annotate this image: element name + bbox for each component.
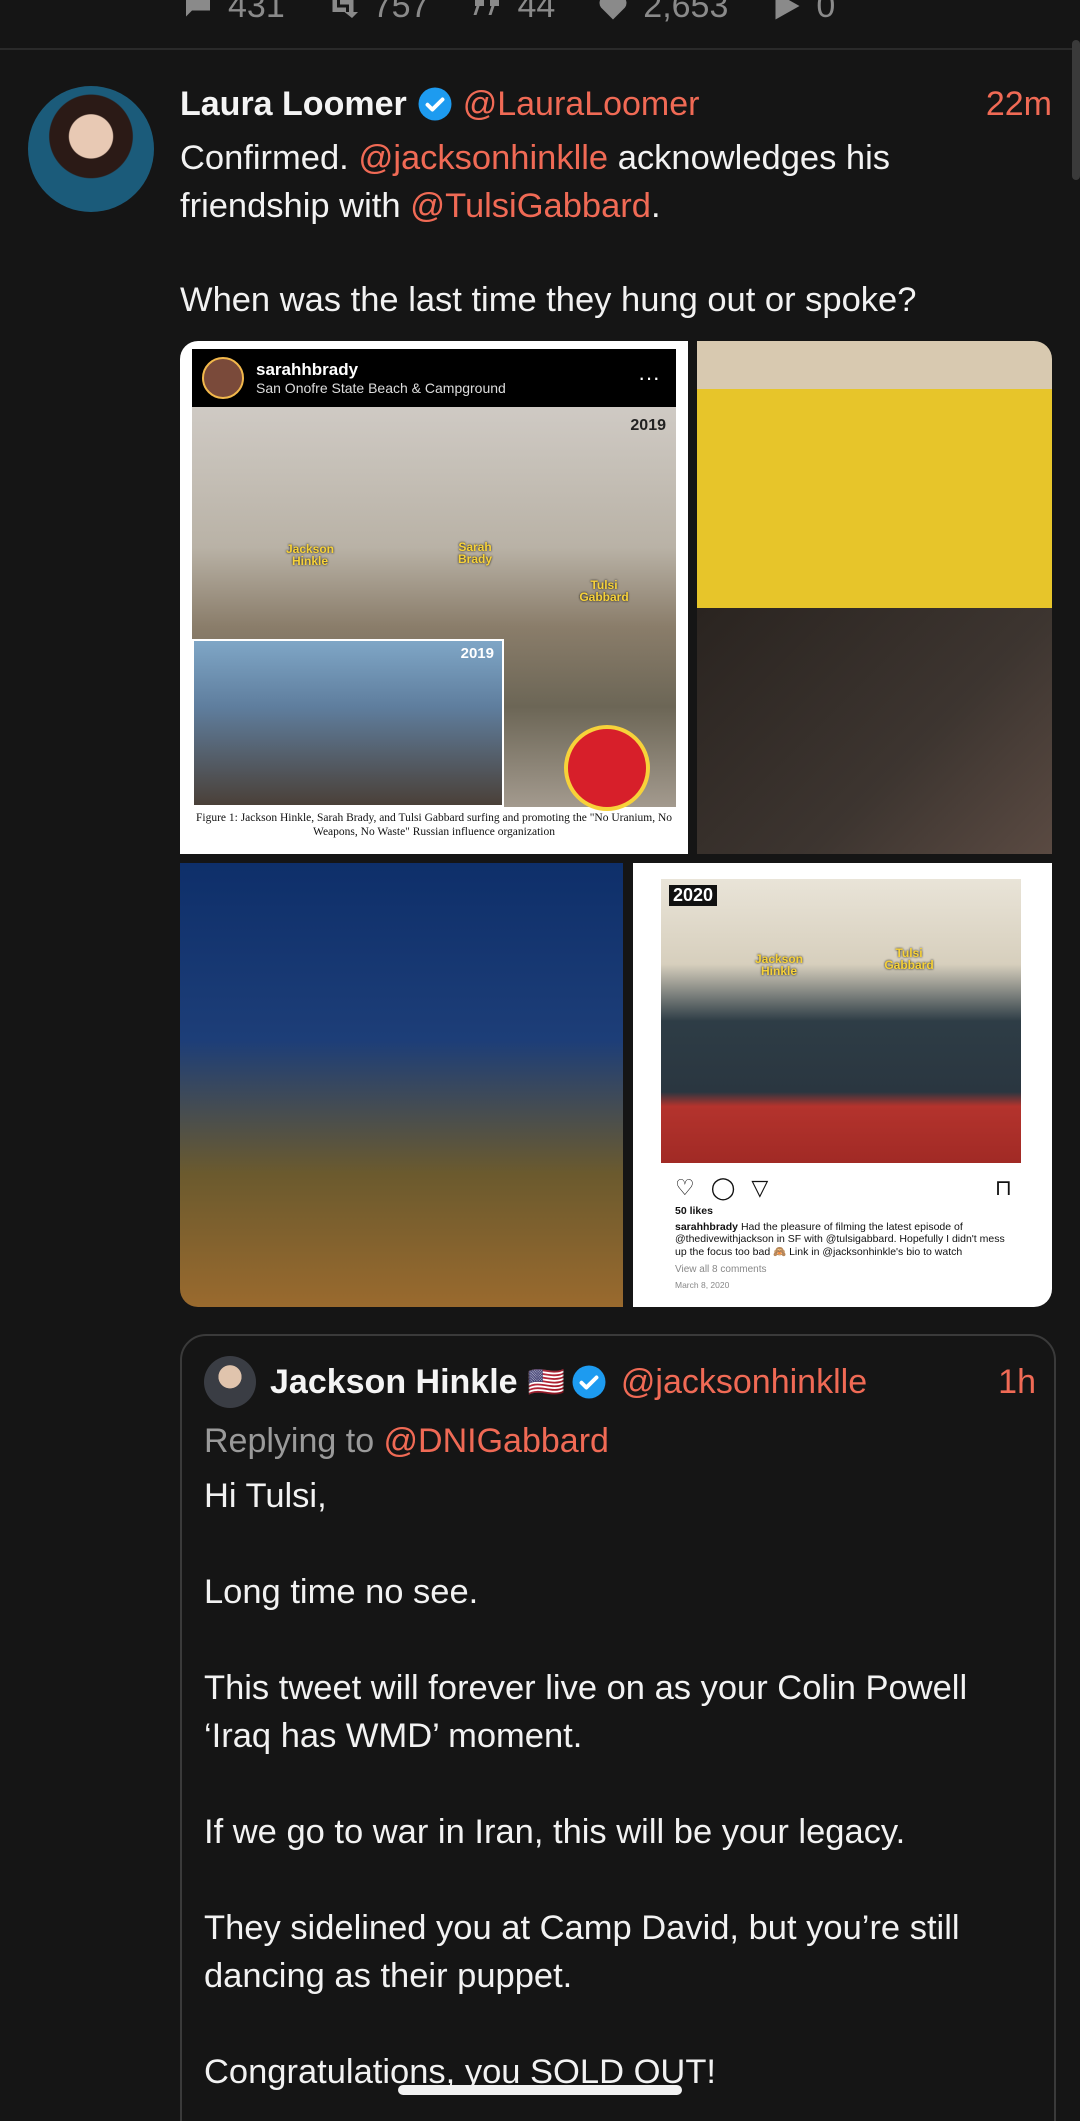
- person-label-jackson: Jackson Hinkle: [754, 952, 804, 978]
- media-image-booth[interactable]: [697, 341, 1052, 608]
- person-label-tulsi: Tulsi Gabbard: [579, 578, 629, 604]
- instagram-location: San Onofre State Beach & Campground: [256, 380, 506, 396]
- repost-count: 757: [372, 0, 430, 25]
- replying-to: Replying to @DNIGabbard: [204, 1422, 609, 1461]
- caption-username: sarahhbrady: [675, 1220, 739, 1233]
- year-label: 2020: [669, 885, 718, 906]
- scrollbar-thumb[interactable]: [1072, 40, 1080, 180]
- tweet-header: Laura Loomer @LauraLoomer 22m: [180, 80, 1052, 128]
- quoted-author-name[interactable]: Jackson Hinkle: [270, 1363, 518, 1402]
- instagram-caption-block: 50 likes sarahhbrady Had the pleasure of…: [675, 1205, 1015, 1291]
- tweet-question: When was the last time they hung out or …: [180, 281, 917, 319]
- quoted-timestamp[interactable]: 1h: [998, 1363, 1036, 1402]
- tweet-timestamp[interactable]: 22m: [986, 85, 1052, 124]
- like-count: 2,653: [643, 0, 729, 25]
- instagram-header: sarahhbrady San Onofre State Beach & Cam…: [192, 349, 676, 407]
- instagram-username: sarahhbrady: [256, 360, 359, 379]
- tweet-text-part: .: [650, 187, 661, 225]
- repost-stat[interactable]: 757: [325, 0, 430, 26]
- engagement-stats-bar: 431 757 44 2,653 0: [180, 0, 835, 26]
- instagram-avatar: [202, 357, 244, 399]
- quoted-author-avatar[interactable]: [204, 1356, 256, 1408]
- quote-icon: [473, 0, 500, 15]
- reply-icon: [186, 0, 210, 17]
- heart-icon: ♡: [675, 1175, 695, 1200]
- surfing-photo: 2019 Jackson Hinkle Sarah Brady Tulsi Ga…: [192, 407, 676, 811]
- verified-badge-icon: [418, 87, 452, 121]
- media-image-car[interactable]: [697, 608, 1052, 854]
- reply-stat[interactable]: 431: [180, 0, 285, 26]
- home-indicator[interactable]: [398, 2085, 682, 2095]
- play-icon: [775, 0, 800, 20]
- like-stat[interactable]: 2,653: [595, 0, 728, 26]
- instagram-actions: ♡ ◯ ▽: [675, 1175, 768, 1201]
- quote-count: 44: [517, 0, 556, 25]
- repost-icon: [327, 0, 358, 18]
- tweet-text: Confirmed. @jacksonhinklle acknowledges …: [180, 134, 1040, 324]
- person-label-sarah: Sarah Brady: [457, 540, 492, 566]
- author-name[interactable]: Laura Loomer: [180, 85, 407, 124]
- quoted-tweet-header: Jackson Hinkle 🇺🇸 @jacksonhinklle 1h: [270, 1356, 1036, 1408]
- media-image-podcast[interactable]: [180, 863, 623, 1307]
- reply-count: 431: [228, 0, 285, 25]
- verified-badge-icon: [572, 1365, 606, 1399]
- replying-prefix: Replying to: [204, 1422, 384, 1460]
- person-label-jackson: Jackson Hinkle: [285, 542, 335, 568]
- year-label: 2019: [630, 417, 666, 434]
- inset-group-photo: 2019: [192, 639, 504, 807]
- us-flag-icon: 🇺🇸: [527, 1365, 565, 1399]
- quoted-tweet-body: Hi Tulsi, Long time no see. This tweet w…: [204, 1477, 968, 2091]
- quote-stat[interactable]: 44: [469, 0, 555, 26]
- views-stat[interactable]: 0: [768, 0, 835, 26]
- figure-caption: Figure 1: Jackson Hinkle, Sarah Brady, a…: [195, 812, 673, 838]
- post-date: March 8, 2020: [675, 1279, 730, 1290]
- quoted-author-handle[interactable]: @jacksonhinklle: [621, 1363, 867, 1402]
- more-options-icon: ···: [638, 365, 660, 390]
- heart-icon: [599, 0, 627, 20]
- person-label-tulsi: Tulsi Gabbard: [884, 946, 934, 972]
- mention-link[interactable]: @TulsiGabbard: [410, 187, 651, 225]
- views-count: 0: [816, 0, 836, 25]
- media-image-surfing[interactable]: sarahhbrady San Onofre State Beach & Cam…: [180, 341, 688, 854]
- comment-icon: ◯: [710, 1175, 736, 1200]
- tweet-divider: [0, 48, 1080, 50]
- media-grid: sarahhbrady San Onofre State Beach & Cam…: [180, 341, 1052, 1307]
- media-image-interview[interactable]: 2020 Jackson Hinkle Tulsi Gabbard ♡ ◯ ▽ …: [633, 863, 1052, 1307]
- replying-handle-link[interactable]: @DNIGabbard: [384, 1422, 609, 1460]
- no-uranium-logo: [564, 725, 650, 811]
- bookmark-icon: ⊓: [994, 1175, 1012, 1200]
- instagram-likes: 50 likes: [675, 1205, 713, 1217]
- author-handle[interactable]: @LauraLoomer: [463, 85, 700, 124]
- interview-photo: 2020 Jackson Hinkle Tulsi Gabbard: [661, 879, 1021, 1163]
- tweet-text-part: Confirmed.: [180, 139, 359, 177]
- send-icon: ▽: [751, 1175, 769, 1200]
- mention-link[interactable]: @jacksonhinklle: [358, 139, 608, 177]
- quoted-tweet[interactable]: Jackson Hinkle 🇺🇸 @jacksonhinklle 1h Rep…: [180, 1334, 1056, 2121]
- author-avatar[interactable]: [28, 86, 154, 212]
- view-comments: View all 8 comments: [675, 1264, 767, 1275]
- inset-year-label: 2019: [460, 645, 494, 662]
